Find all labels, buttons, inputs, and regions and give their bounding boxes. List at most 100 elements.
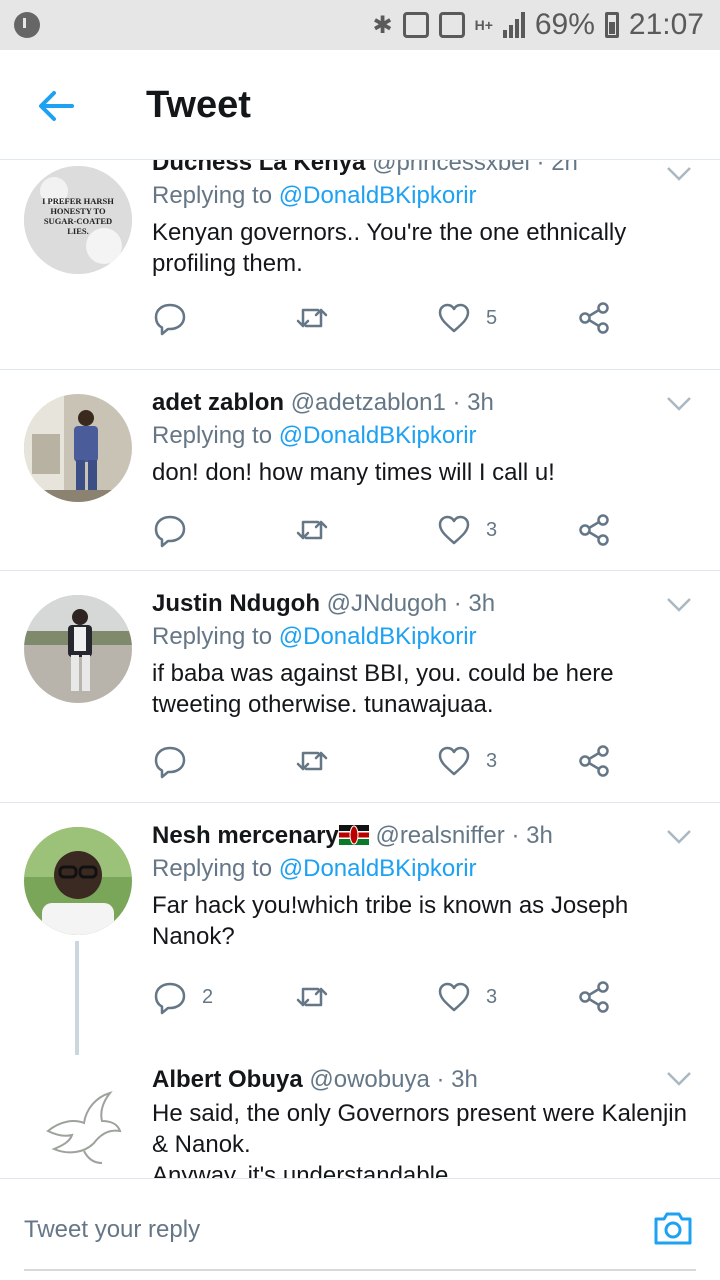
profile-photo (24, 595, 132, 703)
share-button[interactable] (576, 741, 612, 781)
author-name[interactable]: adet zablon (152, 389, 284, 416)
tweet-text-line: if baba was against BBI, you. could be h… (152, 660, 614, 687)
avatar[interactable] (24, 1069, 132, 1177)
tweet-text-line: & Nanok. (152, 1131, 251, 1158)
tweet-text: if baba was against BBI, you. could be h… (152, 658, 660, 720)
replying-to-link[interactable]: @DonaldBKipkorir (279, 855, 477, 882)
author-handle[interactable]: @princessxbel (372, 160, 530, 176)
avatar[interactable]: I PREFER HARSH HONESTY TO SUGAR-COATED L… (24, 166, 132, 274)
replying-to: Replying to @DonaldBKipkorir (152, 854, 660, 884)
author-name[interactable]: Nesh mercenary (152, 822, 339, 849)
reply-button[interactable]: 2 (152, 977, 213, 1017)
share-button[interactable] (576, 977, 612, 1017)
retweet-button[interactable] (294, 510, 344, 550)
avatar[interactable] (24, 595, 132, 703)
replying-to: Replying to @DonaldBKipkorir (152, 181, 660, 211)
signal-bars-icon (502, 12, 525, 38)
reply-button[interactable] (152, 510, 202, 550)
bluetooth-icon: ✱ (372, 11, 393, 39)
author-line: Duchèss Lã Kènyã @princessxbel · 2h (152, 160, 660, 178)
author-handle[interactable]: @realsniffer (375, 822, 504, 849)
chevron-down-icon[interactable] (666, 396, 692, 412)
svg-text:HONESTY TO: HONESTY TO (50, 206, 106, 216)
author-name[interactable]: Justin Ndugoh (152, 590, 320, 617)
avatar[interactable] (24, 827, 132, 935)
input-underline (24, 1269, 696, 1271)
tweet-time: · 2h (536, 160, 578, 176)
retweet-icon (296, 308, 328, 328)
reply-icon (154, 982, 186, 1015)
chevron-down-icon[interactable] (666, 1071, 692, 1087)
author-name[interactable]: Duchèss Lã Kènyã (152, 160, 365, 176)
replying-label: Replying to (152, 855, 273, 882)
reply-tweet[interactable]: Albert Obuya @owobuya · 3h He said, the … (0, 1053, 720, 1178)
heart-icon (438, 982, 470, 1012)
share-button[interactable] (576, 298, 612, 338)
tweet-text: Far hack you!which tribe is known as Jos… (152, 890, 660, 952)
back-arrow-icon[interactable] (34, 84, 78, 128)
status-bar: ✱ H+ 69% 21:07 (0, 0, 720, 50)
retweet-button[interactable] (294, 298, 344, 338)
author-name[interactable]: Albert Obuya (152, 1066, 303, 1093)
chevron-down-icon[interactable] (666, 597, 692, 613)
reply-button[interactable] (152, 298, 202, 338)
author-line: Nesh mercenary @realsniffer · 3h (152, 821, 660, 851)
replying-to-link[interactable]: @DonaldBKipkorir (279, 422, 477, 449)
status-icons: ✱ H+ 69% 21:07 (372, 8, 704, 42)
chevron-down-icon[interactable] (666, 829, 692, 845)
reply-tweet[interactable]: Nesh mercenary @realsniffer · 3h Replyin… (0, 803, 720, 1055)
replying-to-link[interactable]: @DonaldBKipkorir (279, 182, 477, 209)
like-button[interactable]: 5 (436, 298, 497, 338)
tweet-content: Albert Obuya @owobuya · 3h He said, the … (152, 1065, 696, 1178)
tweet-actions: 3 (152, 741, 632, 781)
svg-text:LIES.: LIES. (67, 226, 89, 236)
chevron-down-icon[interactable] (666, 166, 692, 182)
reply-composer (0, 1178, 720, 1280)
thread-connector (75, 941, 79, 1055)
retweet-button[interactable] (294, 977, 344, 1017)
author-handle[interactable]: @owobuya (309, 1066, 429, 1093)
author-line: Justin Ndugoh @JNdugoh · 3h (152, 589, 660, 619)
tweet-text-line: Far hack you!which tribe is known as Jos… (152, 892, 629, 919)
like-count: 3 (486, 749, 498, 772)
tweet-actions: 5 (152, 298, 632, 338)
tweet-text: don! don! how many times will I call u! (152, 457, 660, 488)
avatar[interactable] (24, 394, 132, 502)
clock: 21:07 (628, 8, 704, 41)
phone-icon (402, 12, 429, 38)
heart-icon (438, 303, 470, 333)
tweet-text: He said, the only Governors present were… (152, 1098, 696, 1178)
replying-to: Replying to @DonaldBKipkorir (152, 622, 660, 652)
reply-input[interactable] (24, 1205, 624, 1255)
reply-button[interactable] (152, 741, 202, 781)
share-icon (579, 514, 609, 546)
reply-feed[interactable]: I PREFER HARSH HONESTY TO SUGAR-COATED L… (0, 160, 720, 1178)
profile-photo (24, 827, 132, 935)
author-handle[interactable]: @adetzablon1 (291, 389, 446, 416)
camera-icon[interactable] (652, 1209, 694, 1247)
tweet-actions: 2 3 (152, 977, 632, 1017)
tweet-time: · 3h (436, 1066, 478, 1093)
like-button[interactable]: 3 (436, 510, 497, 550)
reply-tweet[interactable]: adet zablon @adetzablon1 · 3h Replying t… (0, 370, 720, 571)
app-header: Tweet (0, 50, 720, 160)
tweet-text-line: He said, the only Governors present were… (152, 1100, 687, 1127)
reply-tweet[interactable]: Justin Ndugoh @JNdugoh · 3h Replying to … (0, 571, 720, 803)
battery-icon (604, 12, 619, 38)
like-count: 3 (486, 985, 498, 1008)
retweet-button[interactable] (294, 741, 344, 781)
tweet-text-line: don! don! how many times will I call u! (152, 459, 555, 486)
svg-text:SUGAR-COATED: SUGAR-COATED (44, 216, 112, 226)
author-handle[interactable]: @JNdugoh (327, 590, 447, 617)
like-button[interactable]: 3 (436, 977, 497, 1017)
share-button[interactable] (576, 510, 612, 550)
tweet-text-line: tweeting otherwise. tunawajuaa. (152, 691, 494, 718)
reply-tweet[interactable]: I PREFER HARSH HONESTY TO SUGAR-COATED L… (0, 160, 720, 370)
like-button[interactable]: 3 (436, 741, 497, 781)
retweet-icon (296, 520, 328, 540)
replying-to-link[interactable]: @DonaldBKipkorir (279, 623, 477, 650)
kenya-flag-icon (338, 825, 369, 845)
retweet-icon (296, 987, 328, 1007)
network-type: H+ (474, 17, 493, 33)
reply-icon (154, 515, 186, 548)
